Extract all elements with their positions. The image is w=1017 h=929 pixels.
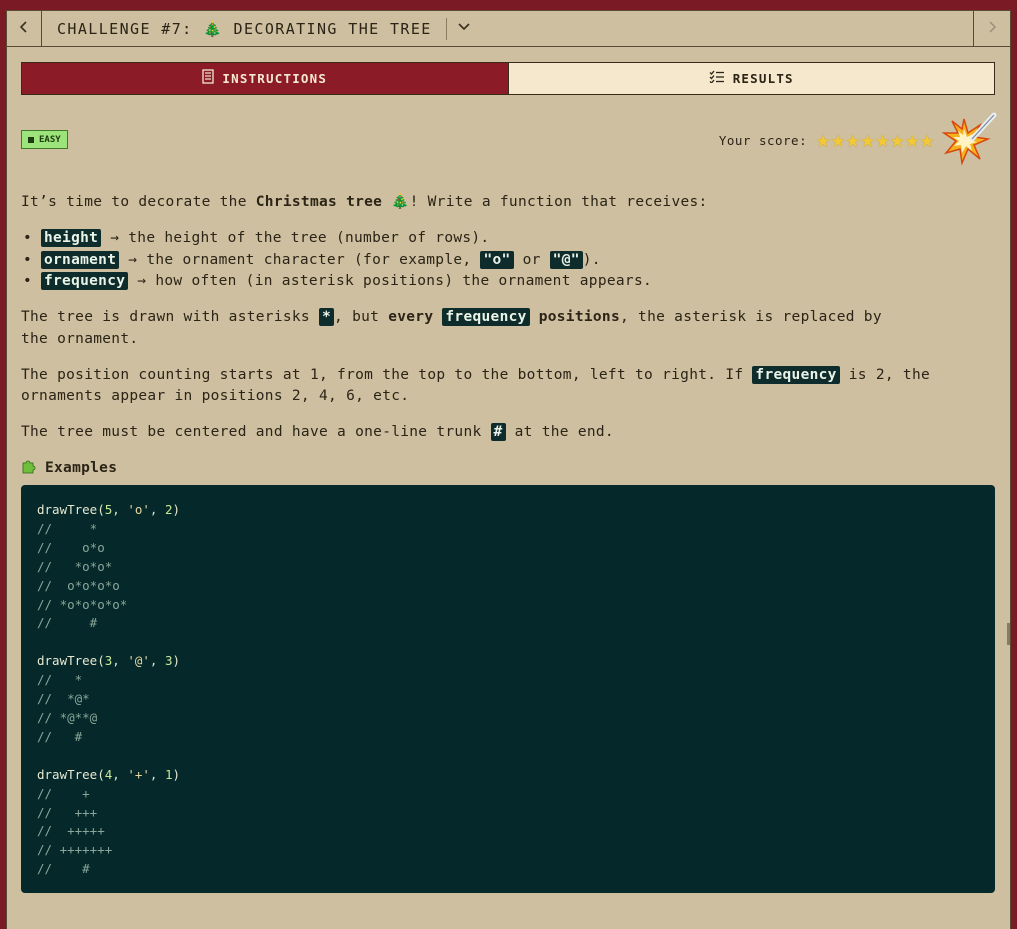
code-chip: * [318, 308, 335, 326]
tab-results[interactable]: RESULTS [507, 63, 994, 94]
paragraph-text: , the asterisk is replaced by [619, 309, 882, 325]
code-text: drawTree(5, 'o', 2) // * // o*o // *o*o*… [37, 502, 181, 877]
list-item: frequency → how often (in asterisk posit… [21, 271, 652, 293]
param-desc: → how often (in asterisk positions) the … [128, 273, 653, 289]
intro-bold: Christmas tree [255, 194, 383, 210]
difficulty-label: EASY [39, 134, 61, 145]
param-desc: ). [582, 251, 601, 268]
paragraph-text: The tree is drawn with asterisks [21, 309, 319, 325]
challenge-dropdown-button[interactable] [457, 21, 471, 36]
tree-paragraph: The tree is drawn with asterisks *, but … [21, 307, 882, 328]
example-chip: "@" [549, 250, 583, 269]
star-icon: ★ [875, 127, 890, 153]
chevron-down-icon [458, 23, 470, 31]
star-icon: ★ [890, 127, 905, 153]
badge-square-icon [28, 136, 34, 143]
star-icon: ★ [920, 127, 934, 153]
chevron-left-icon [19, 19, 29, 38]
bold-text: positions [538, 309, 620, 325]
param-chip: frequency [41, 272, 129, 290]
intro-text: It’s time to decorate the [21, 194, 256, 210]
score-label: Your score: [718, 132, 808, 148]
code-chip: # [490, 423, 506, 441]
list-item: height → the height of the tree (number … [21, 228, 652, 250]
tab-instructions-label: INSTRUCTIONS [222, 71, 328, 86]
paragraph-text: The position counting starts at 1, from … [21, 367, 753, 383]
count-paragraph-line2: ornaments appear in positions 2, 4, 6, e… [21, 388, 410, 404]
param-desc: or [513, 251, 550, 268]
intro-paragraph: It’s time to decorate the Christmas tree… [21, 192, 708, 213]
star-icon: ★ [830, 127, 845, 153]
star-icon: ★ [860, 127, 875, 153]
intro-text-end: 🎄! Write a function that receives: [382, 194, 708, 210]
code-chip: frequency [442, 308, 530, 326]
star-icon: ★ [905, 127, 920, 153]
score-display: Your score: ★ ★ ★ ★ ★ ★ ★ ★ [718, 127, 934, 153]
chevron-right-icon [987, 19, 997, 38]
paragraph-text: , but [334, 309, 389, 325]
list-icon [202, 69, 215, 88]
title-divider [445, 17, 447, 40]
example-chip: "o" [480, 250, 514, 269]
paragraph-text: at the end. [505, 424, 614, 440]
challenge-header: CHALLENGE #7: 🎄 DECORATING THE TREE [7, 11, 1010, 47]
checklist-icon [709, 70, 725, 87]
puzzle-icon [21, 459, 37, 474]
tab-results-label: RESULTS [732, 71, 794, 86]
code-chip: frequency [752, 366, 840, 384]
param-desc: → the ornament character (for example, [119, 251, 481, 268]
tab-instructions[interactable]: INSTRUCTIONS [22, 63, 508, 94]
view-tabs: INSTRUCTIONS RESULTS [21, 62, 995, 95]
next-challenge-button[interactable] [973, 11, 1010, 46]
challenge-title: CHALLENGE #7: 🎄 DECORATING THE TREE [57, 19, 432, 38]
param-chip: height [41, 229, 102, 247]
challenge-panel: CHALLENGE #7: 🎄 DECORATING THE TREE INST… [6, 10, 1011, 929]
previous-challenge-button[interactable] [7, 11, 42, 46]
scrollbar-handle[interactable] [1007, 623, 1010, 645]
examples-heading: Examples [21, 458, 117, 479]
trunk-paragraph: The tree must be centered and have a one… [21, 422, 614, 443]
param-desc: → the height of the tree (number of rows… [101, 230, 490, 246]
bold-text: every [388, 309, 434, 325]
examples-heading-label: Examples [45, 460, 118, 476]
star-icon: ★ [845, 127, 860, 153]
difficulty-badge: EASY [21, 130, 68, 149]
paragraph-text: is 2, the [839, 367, 931, 383]
star-icon: ★ [816, 127, 830, 153]
comet-burst-icon [941, 109, 1002, 171]
paragraph-text: The tree must be centered and have a one… [21, 424, 491, 440]
tree-paragraph-line2: the ornament. [21, 331, 139, 347]
count-paragraph: The position counting starts at 1, from … [21, 365, 930, 386]
examples-code-block: drawTree(5, 'o', 2) // * // o*o // *o*o*… [21, 485, 995, 893]
list-item: ornament → the ornament character (for e… [21, 250, 652, 272]
param-chip: ornament [41, 250, 120, 269]
parameter-list: height → the height of the tree (number … [21, 228, 652, 293]
